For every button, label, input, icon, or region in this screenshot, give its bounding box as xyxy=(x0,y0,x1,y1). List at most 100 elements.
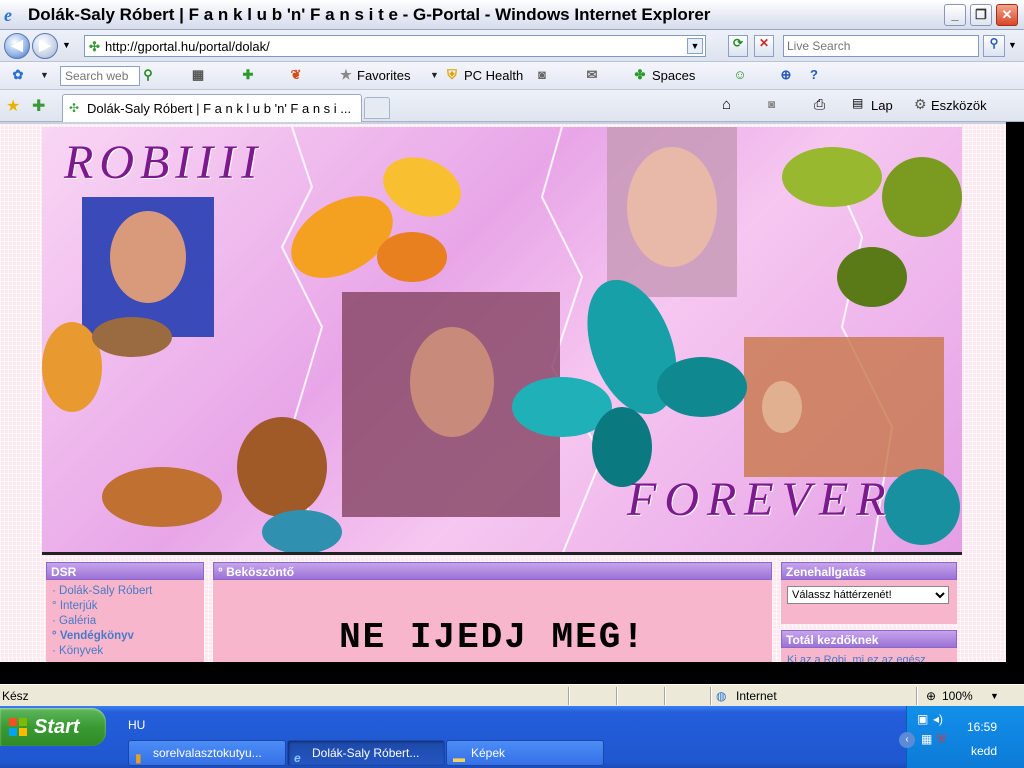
menu-item-vendegkonyv[interactable]: ° Vendégkönyv xyxy=(52,629,204,644)
zoom-level[interactable]: 100% xyxy=(942,689,973,703)
back-button[interactable]: ◀ xyxy=(4,33,30,59)
add-favorite-icon[interactable]: ✚ xyxy=(32,96,45,116)
home-icon[interactable]: ⌂ xyxy=(722,96,731,113)
favorites-center-icon[interactable]: ★ xyxy=(6,96,20,116)
toolbar-search-box[interactable] xyxy=(60,66,140,86)
url-dropdown-icon[interactable]: ▼ xyxy=(687,38,703,54)
background-music-select[interactable]: Válassz háttérzenét! xyxy=(787,586,949,604)
ie-logo-icon: e xyxy=(4,5,12,25)
messenger-icon[interactable]: ☺ xyxy=(732,67,748,83)
status-bar: Kész ◍ Internet ⊕ 100% ▼ xyxy=(0,684,1024,706)
menu-item-label: Könyvek xyxy=(59,645,104,657)
status-divider xyxy=(916,687,918,705)
live-dropdown-icon[interactable]: ▼ xyxy=(40,70,49,80)
msn-butterfly-icon[interactable]: ❦ xyxy=(288,67,304,83)
beginners-link[interactable]: Ki az a Robi, mi ez az egész xyxy=(787,654,926,662)
tools-menu-button[interactable]: Eszközök xyxy=(931,98,987,113)
taskbar: Start HU ▮ sorelvalasztokutyu... e Dolák… xyxy=(0,706,1024,768)
stop-icon[interactable]: ✕ xyxy=(754,35,774,57)
tray-expand-icon[interactable]: ‹ xyxy=(899,732,915,748)
butterfly-brown-left xyxy=(42,317,172,412)
favorites-button[interactable]: Favorites xyxy=(357,68,410,83)
print-icon[interactable]: ⎙ xyxy=(814,96,825,113)
security-shield-icon[interactable]: ⛨ xyxy=(937,732,946,747)
menu-bullet: · xyxy=(52,585,56,597)
start-button[interactable]: Start xyxy=(0,708,106,746)
highlight-icon[interactable]: ▦ xyxy=(190,67,206,83)
tab-active[interactable]: ✣ Dolák-Saly Róbert | F a n k l u b 'n' … xyxy=(62,94,362,122)
new-tab-button[interactable] xyxy=(364,97,390,119)
menu-item-konyvek[interactable]: · Könyvek xyxy=(52,644,204,659)
butterfly-blue-right xyxy=(884,469,960,545)
right-column: Zenehallgatás Válassz háttérzenét! Totál… xyxy=(781,562,957,662)
menu-item-label: Interjúk xyxy=(59,600,98,612)
pc-health-button[interactable]: PC Health xyxy=(464,68,523,83)
taskbar-item-sorelvalaszto[interactable]: ▮ sorelvalasztokutyu... xyxy=(128,740,286,766)
translate-icon[interactable]: ⊕ xyxy=(778,67,794,83)
taskbar-item-label: Dolák-Saly Róbert... xyxy=(312,746,420,760)
add-icon[interactable]: ✚ xyxy=(240,67,256,83)
status-divider xyxy=(664,687,666,705)
content-bottom-border xyxy=(0,662,1024,684)
globe-icon: ◍ xyxy=(716,689,727,703)
clock-time[interactable]: 16:59 xyxy=(967,720,997,734)
favorites-dropdown-icon[interactable]: ▼ xyxy=(430,70,439,80)
folder-icon: ▬ xyxy=(453,751,465,765)
live-search-input[interactable] xyxy=(784,36,978,56)
forward-button[interactable]: ▶ xyxy=(32,33,58,59)
language-indicator[interactable]: HU xyxy=(128,718,145,732)
page-menu-button[interactable]: Lap xyxy=(871,98,893,113)
photo-face xyxy=(762,381,802,433)
url-field[interactable]: ✣ http://gportal.hu/portal/dolak/ ▼ xyxy=(84,35,706,57)
network-icon[interactable]: ▣ xyxy=(917,712,928,726)
music-box: Zenehallgatás Válassz háttérzenét! xyxy=(781,562,957,624)
left-menu: DSR · Dolák-Saly Róbert ° Interjúk · Gal… xyxy=(46,562,204,662)
minimize-button[interactable]: _ xyxy=(944,4,966,26)
taskbar-item-kepek[interactable]: ▬ Képek xyxy=(446,740,604,766)
clock-day: kedd xyxy=(971,744,998,758)
taskbar-item-label: sorelvalasztokutyu... xyxy=(153,746,262,760)
help-icon[interactable]: ? xyxy=(806,67,822,83)
favorites-star-icon[interactable]: ★ xyxy=(338,67,354,83)
shield-icon: ⛨ xyxy=(447,67,457,82)
beginners-box: Totál kezdőknek Ki az a Robi, mi ez az e… xyxy=(781,630,957,662)
windows-live-icon[interactable]: ✿ xyxy=(10,67,26,83)
history-dropdown-icon[interactable]: ▼ xyxy=(62,40,71,50)
taskbar-item-ie[interactable]: e Dolák-Saly Róbert... xyxy=(287,740,445,766)
ie-icon: e xyxy=(294,751,301,765)
zoom-dropdown-icon[interactable]: ▼ xyxy=(990,691,999,701)
url-text: http://gportal.hu/portal/dolak/ xyxy=(105,39,270,54)
zoom-icon: ⊕ xyxy=(926,689,937,703)
menu-item-interjuk[interactable]: ° Interjúk xyxy=(52,599,204,614)
close-button[interactable]: ✕ xyxy=(996,4,1018,26)
butterfly-green xyxy=(782,147,962,307)
network-connection-icon[interactable]: ▦ xyxy=(921,732,932,746)
menu-item-label: Galéria xyxy=(59,615,97,627)
spaces-button[interactable]: Spaces xyxy=(652,68,695,83)
search-options-icon[interactable]: ▼ xyxy=(1008,40,1017,50)
refresh-icon[interactable]: ⟳ xyxy=(728,35,748,57)
status-divider xyxy=(710,687,712,705)
menu-item-galeria[interactable]: · Galéria xyxy=(52,614,204,629)
live-search-box[interactable] xyxy=(783,35,979,57)
window-title: Dolák-Saly Róbert | F a n k l u b 'n' F … xyxy=(28,5,711,24)
scrollbar[interactable] xyxy=(1006,122,1024,662)
feed-icon[interactable]: ◙ xyxy=(534,67,550,83)
menu-bullet: · xyxy=(52,645,56,657)
search-icon[interactable]: ⚲ xyxy=(983,35,1005,57)
toolbar-search-icon[interactable]: ⚲ xyxy=(140,67,156,83)
left-menu-header: DSR xyxy=(46,562,204,580)
tab-favicon-icon: ✣ xyxy=(69,101,80,115)
system-tray: ▣ ◂) ‹ ▦ ⛨ 16:59 kedd xyxy=(899,706,1024,768)
spaces-icon: ✤ xyxy=(634,67,646,82)
mail-icon[interactable]: ✉ xyxy=(584,67,600,83)
menu-bullet: ° xyxy=(52,600,57,612)
volume-icon[interactable]: ◂) xyxy=(933,712,943,726)
menu-item-dolak-saly[interactable]: · Dolák-Saly Róbert xyxy=(52,584,204,599)
toolbar-search-input[interactable] xyxy=(61,67,139,85)
maximize-button[interactable]: ❐ xyxy=(970,4,992,26)
taskbar-item-label: Képek xyxy=(471,746,506,760)
feeds-icon[interactable]: ◙ xyxy=(768,97,775,111)
welcome-header: ° Beköszöntő xyxy=(213,562,772,580)
tab-label: Dolák-Saly Róbert | F a n k l u b 'n' F … xyxy=(87,101,352,116)
